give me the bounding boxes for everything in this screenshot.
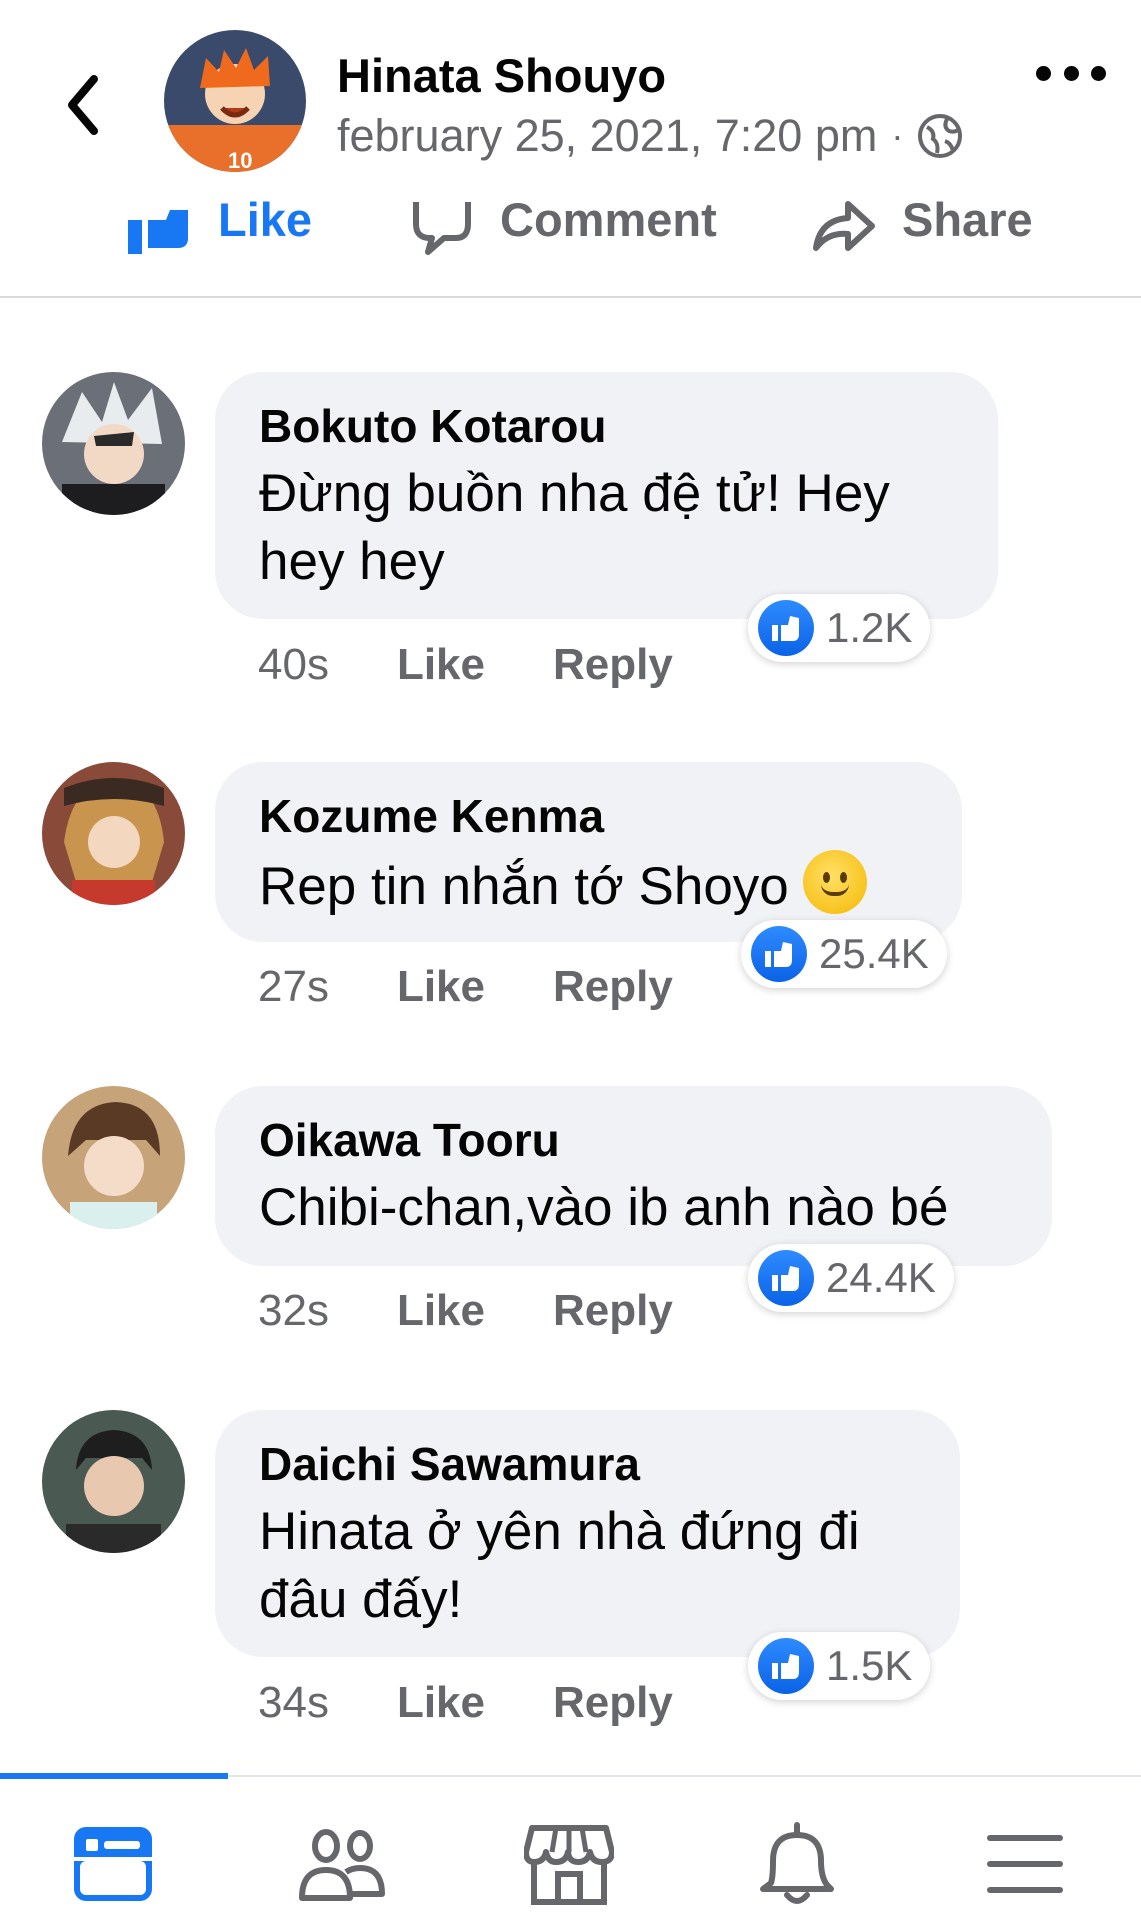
comment-time: 27s xyxy=(258,962,329,1011)
post-timestamp[interactable]: february 25, 2021, 7:20 pm xyxy=(337,110,877,162)
share-icon xyxy=(813,201,875,251)
thumbs-up-icon xyxy=(128,210,188,254)
comment-reply-button[interactable]: Reply xyxy=(553,640,673,690)
author-name[interactable]: Hinata Shouyo xyxy=(337,48,666,103)
post-header: 10 Hinata Shouyo february 25, 2021, 7:20… xyxy=(0,0,1141,175)
more-dot-icon xyxy=(1063,65,1079,81)
reaction-count[interactable]: 1.2K xyxy=(748,594,931,662)
comment-reply-button[interactable]: Reply xyxy=(553,962,673,1012)
comment-author[interactable]: Daichi Sawamura xyxy=(259,1436,916,1492)
like-reaction-icon xyxy=(758,1638,814,1694)
comment-reply-button[interactable]: Reply xyxy=(553,1678,673,1728)
comment-time: 34s xyxy=(258,1678,329,1727)
comment-text: Hinata ở yên nhà đứng đi đâu đấy! xyxy=(259,1498,916,1634)
comment-text-line: Rep tin nhắn tớ Shoyo xyxy=(259,857,789,916)
comment-meta: 34s Like Reply xyxy=(258,1678,673,1728)
comment-like-button[interactable]: Like xyxy=(397,1678,485,1728)
comment-bubble[interactable]: Kozume Kenma Rep tin nhắn tớ Shoyo xyxy=(215,762,962,942)
reaction-count[interactable]: 24.4K xyxy=(748,1244,954,1312)
comment-icon xyxy=(413,202,471,255)
commenter-avatar[interactable] xyxy=(42,762,185,905)
like-label: Like xyxy=(218,198,313,246)
comment-text-line: đâu đấy! xyxy=(259,1570,463,1629)
reaction-number: 1.2K xyxy=(826,604,913,651)
commenter-avatar[interactable] xyxy=(42,372,185,515)
comment-text-line: Đừng buồn nha đệ tử! Hey xyxy=(259,464,890,523)
globe-icon xyxy=(918,114,963,158)
comment-like-button[interactable]: Like xyxy=(397,640,485,690)
menu-icon xyxy=(987,1835,1063,1893)
commenter-avatar[interactable] xyxy=(42,1086,185,1229)
like-reaction-icon xyxy=(758,1250,814,1306)
more-dot-icon xyxy=(1036,65,1051,81)
comment-author[interactable]: Kozume Kenma xyxy=(259,788,918,844)
active-tab-indicator xyxy=(0,1773,228,1779)
comment-text-line: hey hey xyxy=(259,532,445,591)
comment-text: Rep tin nhắn tớ Shoyo xyxy=(259,850,918,921)
post-actions: Like Comment Share xyxy=(0,198,1141,298)
comment-author[interactable]: Bokuto Kotarou xyxy=(259,398,954,454)
share-label: Share xyxy=(902,198,1033,246)
comment-text-line: Chibi-chan,vào ib anh nào bé xyxy=(259,1178,949,1237)
comment-time: 32s xyxy=(258,1286,329,1335)
comment-bubble[interactable]: Oikawa Tooru Chibi-chan,vào ib anh nào b… xyxy=(215,1086,1052,1266)
nav-marketplace[interactable] xyxy=(514,1819,624,1909)
nav-friends[interactable] xyxy=(286,1819,396,1909)
comment-like-button[interactable]: Like xyxy=(397,1286,485,1336)
comment-author[interactable]: Oikawa Tooru xyxy=(259,1112,1008,1168)
friends-icon xyxy=(299,1829,385,1901)
like-reaction-icon xyxy=(751,926,807,982)
svg-text:10: 10 xyxy=(228,148,252,172)
comment-label: Comment xyxy=(500,198,717,246)
author-avatar[interactable]: 10 xyxy=(164,30,306,172)
like-button[interactable]: Like xyxy=(126,198,312,258)
nav-menu[interactable] xyxy=(970,1819,1080,1909)
notifications-icon xyxy=(760,1822,834,1904)
comment-text-line: Hinata ở yên nhà đứng đi xyxy=(259,1502,860,1561)
bottom-navigation xyxy=(0,1773,1141,1920)
chevron-left-icon xyxy=(68,75,98,135)
commenter-avatar[interactable] xyxy=(42,1410,185,1553)
reaction-number: 1.5K xyxy=(826,1642,913,1689)
slightly-smiling-face-icon xyxy=(802,850,867,914)
comment-meta: 27s Like Reply xyxy=(258,962,673,1012)
marketplace-icon xyxy=(524,1825,614,1905)
comment-meta: 32s Like Reply xyxy=(258,1286,673,1336)
post-meta: february 25, 2021, 7:20 pm · xyxy=(337,110,963,162)
news-feed-icon xyxy=(74,1827,152,1901)
reaction-number: 25.4K xyxy=(819,930,929,977)
more-options-button[interactable] xyxy=(1036,58,1106,88)
more-dot-icon xyxy=(1091,65,1106,81)
comment-button[interactable]: Comment xyxy=(410,198,717,258)
comment-meta: 40s Like Reply xyxy=(258,640,673,690)
comment-time: 40s xyxy=(258,640,329,689)
reaction-number: 24.4K xyxy=(826,1254,936,1301)
comment-text: Chibi-chan,vào ib anh nào bé xyxy=(259,1174,1008,1242)
comment-like-button[interactable]: Like xyxy=(397,962,485,1012)
like-reaction-icon xyxy=(758,600,814,656)
comment-bubble[interactable]: Bokuto Kotarou Đừng buồn nha đệ tử! Hey … xyxy=(215,372,998,619)
nav-news-feed[interactable] xyxy=(58,1819,168,1909)
reaction-count[interactable]: 1.5K xyxy=(748,1632,931,1700)
share-button[interactable]: Share xyxy=(810,198,1033,258)
nav-notifications[interactable] xyxy=(742,1819,852,1909)
comment-bubble[interactable]: Daichi Sawamura Hinata ở yên nhà đứng đi… xyxy=(215,1410,960,1657)
back-button[interactable] xyxy=(58,70,108,140)
reaction-count[interactable]: 25.4K xyxy=(741,920,947,988)
comment-reply-button[interactable]: Reply xyxy=(553,1286,673,1336)
meta-separator: · xyxy=(891,115,904,156)
comment-text: Đừng buồn nha đệ tử! Hey hey hey xyxy=(259,460,954,596)
